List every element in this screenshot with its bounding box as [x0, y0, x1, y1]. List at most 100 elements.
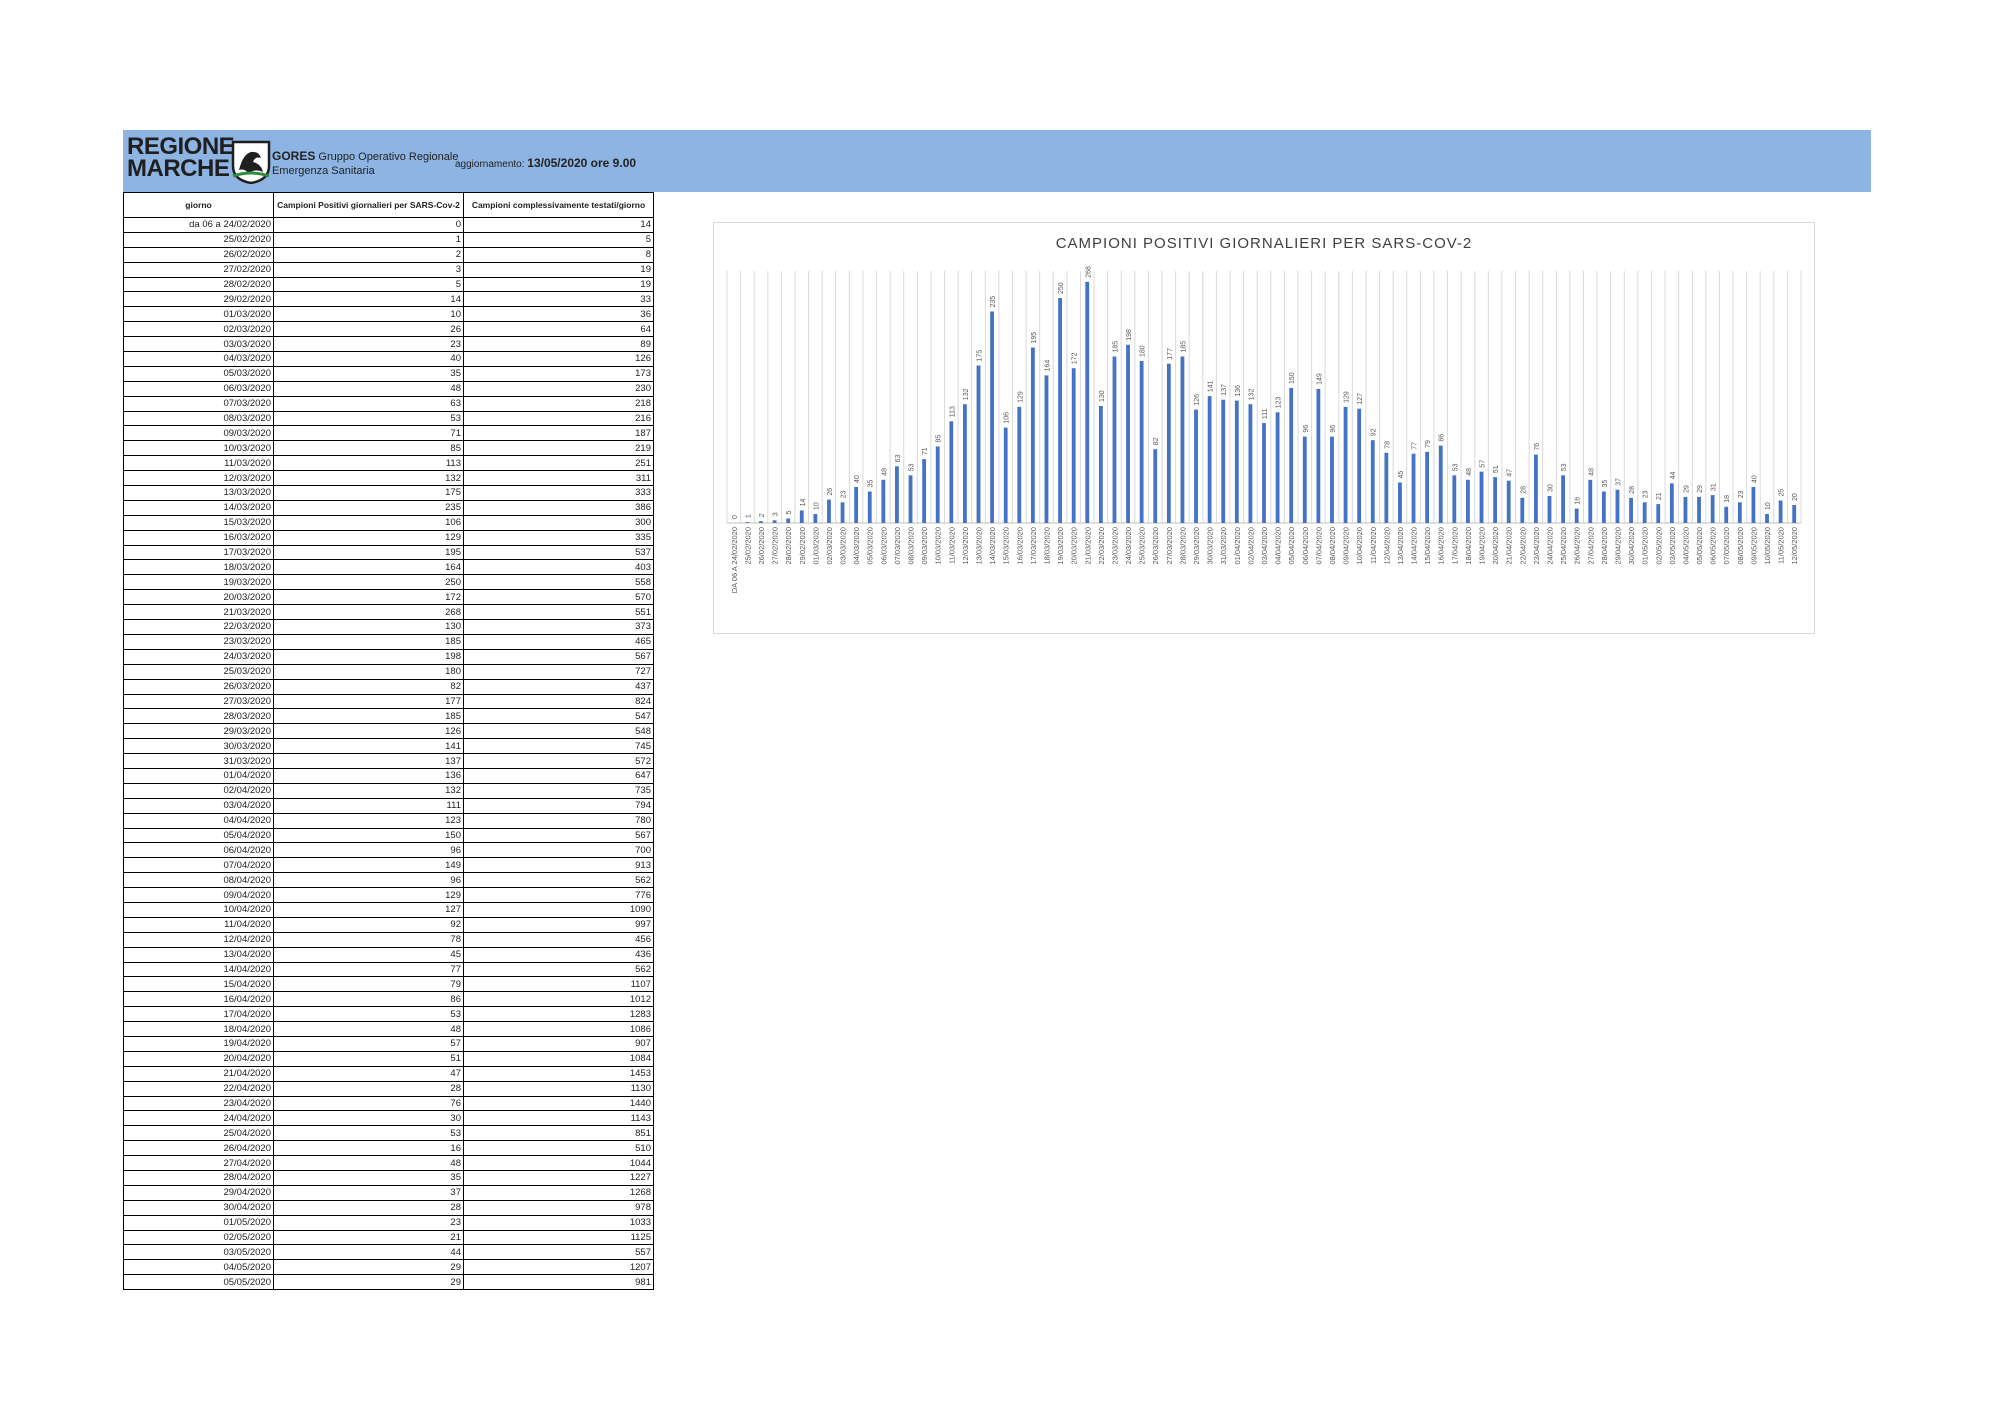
cell-testati: 1012 [463, 991, 654, 1008]
table-row: 11/04/2020 92 997 [123, 916, 654, 933]
data-label: 77 [1412, 442, 1419, 450]
gores-line-1: Gruppo Operativo Regionale [318, 151, 459, 163]
cell-testati: 567 [463, 827, 654, 844]
table-row: 01/03/2020 10 36 [123, 306, 654, 323]
table-row: 16/04/2020 86 1012 [123, 991, 654, 1008]
tick-label: 28/04/2020 [1600, 527, 1609, 565]
cell-testati: 510 [463, 1140, 654, 1157]
cell-positivi: 82 [273, 678, 464, 695]
tick-label: 16/04/2020 [1437, 527, 1446, 565]
table-row: 04/05/2020 29 1207 [123, 1259, 654, 1276]
cell-giorno: 03/04/2020 [123, 797, 274, 814]
data-label: 35 [868, 480, 875, 488]
cell-positivi: 111 [273, 797, 464, 814]
bar [1737, 502, 1742, 523]
data-label: 129 [1344, 391, 1351, 403]
tick-label: 13/03/2020 [975, 527, 984, 565]
cell-testati: 537 [463, 544, 654, 561]
bar [949, 421, 954, 523]
data-label: 40 [854, 475, 861, 483]
bar [935, 446, 940, 523]
cell-giorno: 01/03/2020 [123, 306, 274, 323]
cell-positivi: 53 [273, 1125, 464, 1142]
tick-label: 01/03/2020 [811, 527, 820, 565]
data-label: 26 [827, 488, 834, 496]
data-label: 235 [990, 296, 997, 308]
cell-positivi: 2 [273, 246, 464, 263]
bar [745, 522, 750, 523]
cell-positivi: 86 [273, 991, 464, 1008]
cell-giorno: 16/03/2020 [123, 529, 274, 546]
cell-giorno: 20/03/2020 [123, 589, 274, 606]
bar [1561, 475, 1565, 523]
cell-testati: 437 [463, 678, 654, 695]
cell-positivi: 29 [273, 1259, 464, 1276]
cell-giorno: 20/04/2020 [123, 1050, 274, 1067]
data-label: 47 [1507, 469, 1514, 477]
cell-positivi: 126 [273, 723, 464, 740]
table-row: 09/04/2020 129 776 [123, 887, 654, 903]
data-label: 71 [922, 447, 929, 455]
tick-label: 11/05/2020 [1777, 527, 1786, 564]
data-label: 48 [1588, 468, 1595, 476]
cell-positivi: 137 [273, 753, 464, 769]
table-row: da 06 a 24/02/2020 0 14 [123, 217, 654, 233]
bar [1438, 445, 1443, 523]
bar [976, 365, 981, 523]
table-row: 25/04/2020 53 851 [123, 1125, 654, 1142]
cell-testati: 1033 [463, 1214, 654, 1231]
cell-testati: 300 [463, 514, 654, 531]
cell-giorno: 12/03/2020 [123, 470, 274, 487]
bar [1547, 496, 1552, 523]
cell-testati: 335 [463, 529, 654, 546]
bar [1792, 505, 1797, 523]
cell-giorno: 02/03/2020 [123, 321, 274, 338]
table-row: 03/04/2020 111 794 [123, 797, 654, 814]
bar [1370, 440, 1375, 523]
tick-label: 30/03/2020 [1206, 527, 1215, 565]
cell-positivi: 21 [273, 1229, 464, 1246]
cell-positivi: 47 [273, 1065, 464, 1082]
data-label: 86 [1439, 434, 1446, 442]
cell-giorno: 25/04/2020 [123, 1125, 274, 1142]
cell-giorno: 07/04/2020 [123, 857, 274, 874]
tick-label: 01/05/2020 [1641, 527, 1650, 565]
update-info: aggiornamento: 13/05/2020 ore 9.00 [455, 156, 636, 170]
bar [1098, 406, 1103, 523]
table-row: 21/04/2020 47 1453 [123, 1065, 654, 1082]
cell-giorno: 15/03/2020 [123, 514, 274, 531]
table-row: 26/03/2020 82 437 [123, 678, 654, 695]
data-label: 1 [745, 514, 752, 518]
bar [1316, 388, 1321, 523]
tick-label: DA 06 A 24/02/2020 [730, 527, 739, 593]
data-label: 45 [1398, 471, 1405, 479]
tick-label: 14/03/2020 [988, 527, 997, 565]
cell-giorno: 02/05/2020 [123, 1229, 274, 1246]
cell-giorno: 16/04/2020 [123, 991, 274, 1008]
bar [1166, 363, 1171, 523]
cell-giorno: 28/02/2020 [123, 276, 274, 293]
bar [1683, 496, 1688, 523]
data-label: 164 [1044, 360, 1051, 372]
cell-giorno: 17/03/2020 [123, 544, 274, 561]
cell-testati: 851 [463, 1125, 654, 1142]
bar [1248, 404, 1253, 523]
logo-text: REGIONE MARCHE [127, 135, 235, 181]
data-label: 53 [909, 463, 916, 471]
data-label: 180 [1140, 345, 1147, 357]
tick-label: 29/02/2020 [798, 527, 807, 565]
table-row: 26/04/2020 16 510 [123, 1140, 654, 1157]
bar [1520, 497, 1525, 523]
data-label: 0 [732, 515, 739, 519]
cell-positivi: 79 [273, 976, 464, 993]
cell-positivi: 96 [273, 842, 464, 859]
cell-positivi: 51 [273, 1050, 464, 1067]
cell-giorno: 06/03/2020 [123, 380, 274, 397]
cell-positivi: 136 [273, 767, 464, 784]
cell-testati: 64 [463, 321, 654, 338]
cell-testati: 465 [463, 633, 654, 650]
table-row: 29/04/2020 37 1268 [123, 1184, 654, 1201]
cell-testati: 5 [463, 231, 654, 248]
cell-giorno: 28/03/2020 [123, 708, 274, 725]
bar [1506, 480, 1511, 523]
